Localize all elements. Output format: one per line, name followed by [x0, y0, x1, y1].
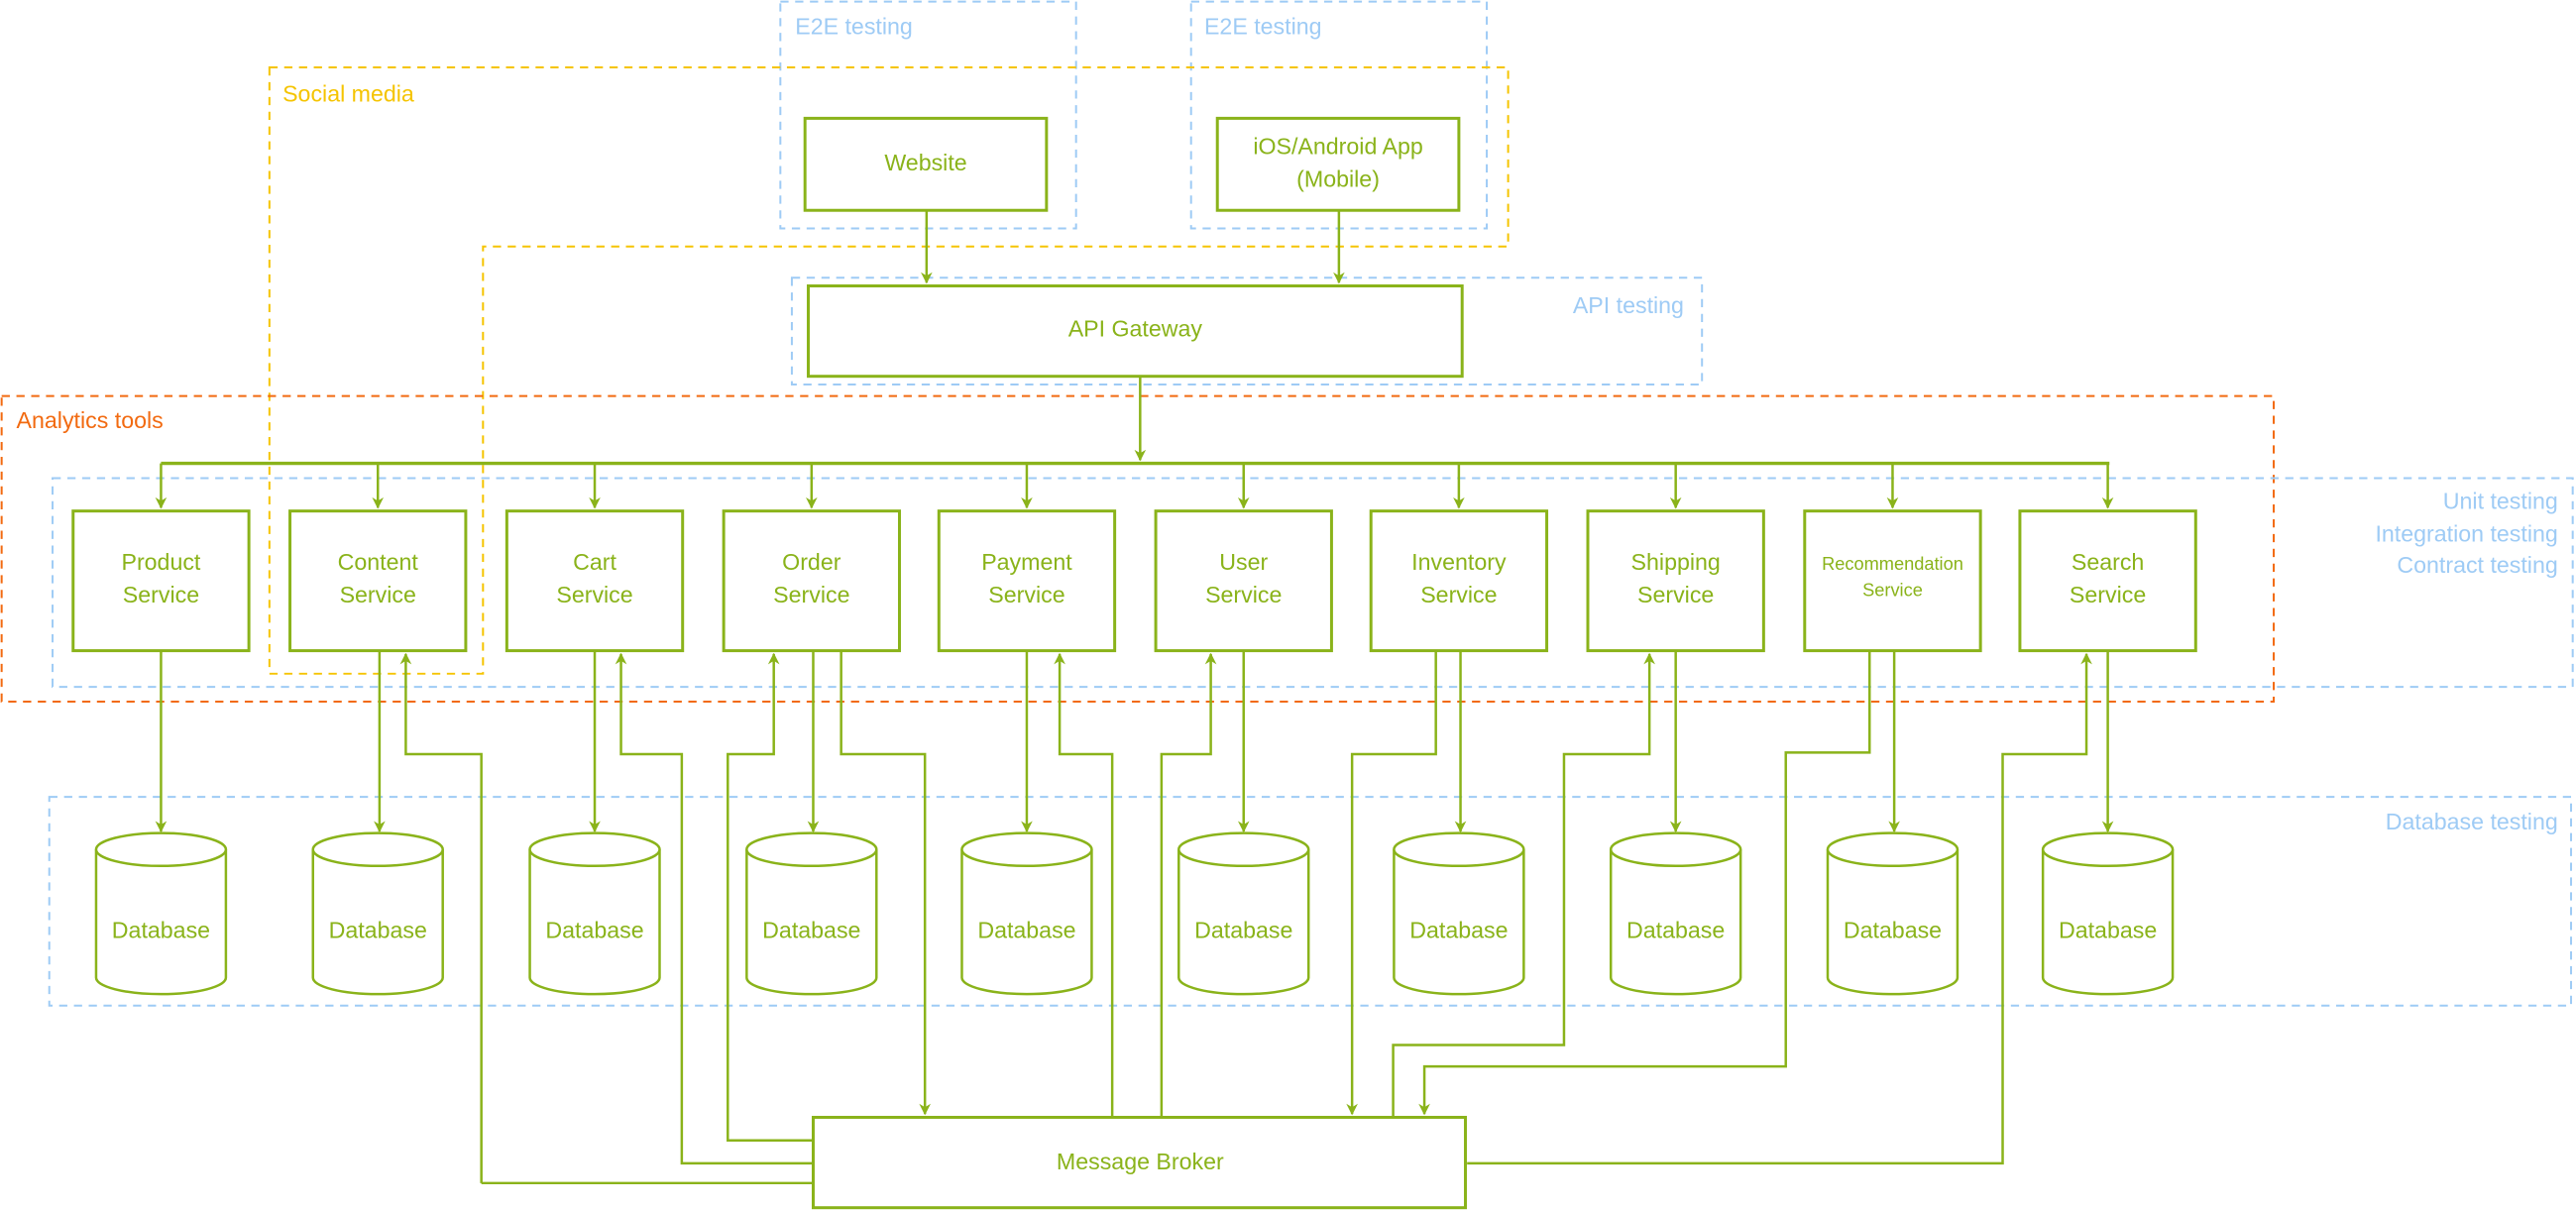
payment-service-node[interactable]: Payment Service [937, 509, 1117, 653]
api-gateway-label: API Gateway [1068, 315, 1203, 341]
api-testing-label: API testing [1573, 292, 1684, 318]
user-service-label-line2: Service [1205, 582, 1282, 607]
content-service-node[interactable]: Content Service [288, 509, 468, 653]
recommendation-database[interactable]: Database [1826, 831, 1960, 996]
message-broker-node[interactable]: Message Broker [811, 1115, 1468, 1210]
architecture-diagram: E2E testing E2E testing Social media API… [0, 0, 2574, 1210]
database-top [1177, 831, 1310, 868]
database-top [2041, 831, 2175, 868]
user-service-label-line1: User [1219, 549, 1268, 575]
content-service-label-line2: Service [340, 582, 416, 607]
database-label: Database [1409, 917, 1508, 942]
database-label: Database [1194, 917, 1292, 942]
inventory-database[interactable]: Database [1393, 831, 1525, 996]
content-database[interactable]: Database [311, 831, 444, 996]
database-top [311, 831, 444, 868]
website-node[interactable]: Website [803, 116, 1049, 212]
database-top [1393, 831, 1525, 868]
cart-service-label-line1: Cart [573, 549, 616, 575]
social-media-label: Social media [282, 80, 414, 106]
database-label: Database [545, 917, 643, 942]
contract-testing-label: Contract testing [2397, 552, 2557, 578]
message-broker-label: Message Broker [1057, 1149, 1224, 1174]
mobile-app-label-line1: iOS/Android App [1253, 133, 1422, 159]
order-service-label-line2: Service [773, 582, 849, 607]
database-label: Database [1626, 917, 1725, 942]
cart-service-label-line2: Service [556, 582, 632, 607]
content-service-label-line1: Content [338, 549, 419, 575]
shipping-database[interactable]: Database [1609, 831, 1742, 996]
shipping-service-label-line2: Service [1637, 582, 1714, 607]
user-service-node[interactable]: User Service [1154, 509, 1333, 653]
search-database[interactable]: Database [2041, 831, 2175, 996]
database-top [745, 831, 878, 868]
broker-link-search-to-service [1467, 652, 2092, 1165]
search-service-label-line2: Service [2070, 582, 2146, 607]
mobile-app-node[interactable]: iOS/Android App (Mobile) [1215, 116, 1461, 212]
database-label: Database [112, 917, 210, 942]
e2e-testing-label-web: E2E testing [795, 13, 913, 39]
product-service-label-line1: Product [121, 549, 200, 575]
product-service-node[interactable]: Product Service [71, 509, 251, 653]
cart-service-node[interactable]: Cart Service [504, 509, 685, 653]
shipping-service-node[interactable]: Shipping Service [1586, 509, 1765, 653]
search-service-label-line1: Search [2072, 549, 2144, 575]
product-database[interactable]: Database [94, 831, 228, 996]
database-top [960, 831, 1093, 868]
database-label: Database [2059, 917, 2157, 942]
database-label: Database [329, 917, 427, 942]
order-service-label-line1: Order [782, 549, 841, 575]
integration-testing-label: Integration testing [2375, 521, 2557, 547]
recommendation-service-label-line1: Recommendation [1822, 553, 1963, 574]
order-service-node[interactable]: Order Service [722, 509, 901, 653]
user-database[interactable]: Database [1177, 831, 1310, 996]
database-testing-label: Database testing [2386, 809, 2558, 834]
database-label: Database [762, 917, 860, 942]
inventory-service-label-line2: Service [1420, 582, 1497, 607]
database-top [94, 831, 228, 868]
analytics-tools-label: Analytics tools [17, 407, 164, 433]
cart-database[interactable]: Database [528, 831, 661, 996]
mobile-app-label-line2: (Mobile) [1296, 166, 1380, 192]
recommendation-service-node[interactable]: Recommendation Service [1803, 509, 1982, 653]
unit-testing-label: Unit testing [2443, 488, 2558, 513]
shipping-service-label-line1: Shipping [1631, 549, 1721, 575]
database-label: Database [977, 917, 1075, 942]
database-top [1609, 831, 1742, 868]
e2e-testing-label-mobile: E2E testing [1204, 13, 1322, 39]
product-service-label-line2: Service [123, 582, 199, 607]
inventory-service-node[interactable]: Inventory Service [1369, 509, 1549, 653]
search-service-node[interactable]: Search Service [2018, 509, 2197, 653]
payment-service-label-line1: Payment [981, 549, 1072, 575]
api-gateway-node[interactable]: API Gateway [807, 284, 1464, 379]
payment-database[interactable]: Database [960, 831, 1093, 996]
payment-service-label-line2: Service [988, 582, 1064, 607]
website-label: Website [884, 150, 966, 175]
order-database[interactable]: Database [745, 831, 878, 996]
database-top [528, 831, 661, 868]
recommendation-service-label-line2: Service [1862, 580, 1923, 601]
database-label: Database [1844, 917, 1942, 942]
database-top [1826, 831, 1960, 868]
inventory-service-label-line1: Inventory [1411, 549, 1507, 575]
